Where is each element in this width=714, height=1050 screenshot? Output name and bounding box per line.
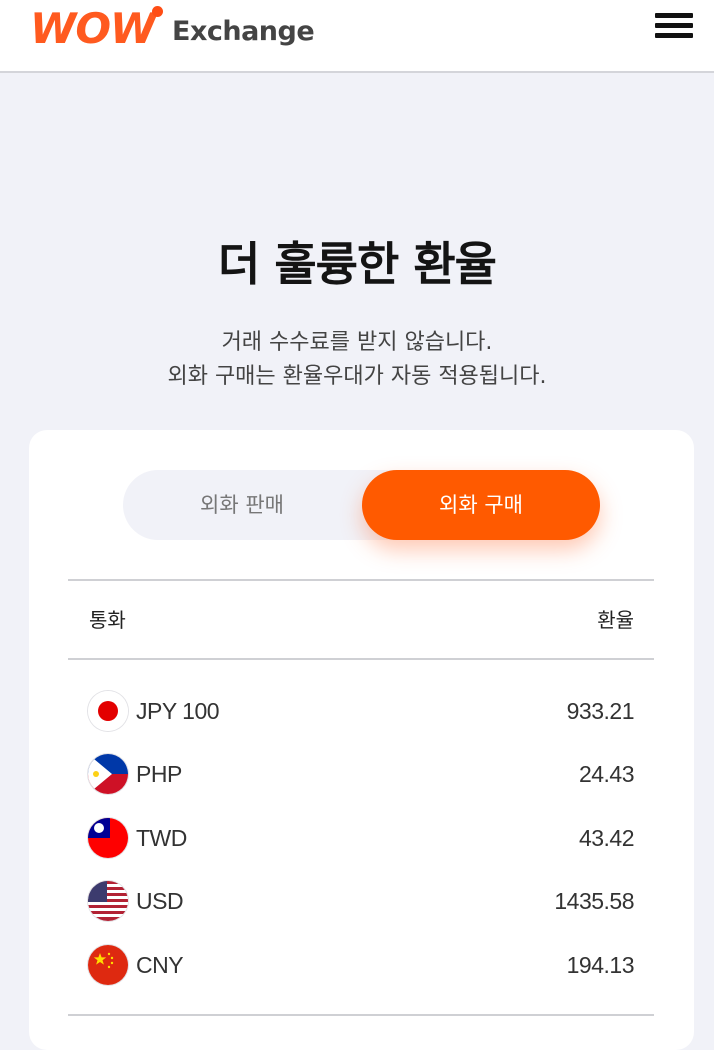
column-header-rate: 환율 [597,608,634,632]
hamburger-menu-icon[interactable] [650,9,696,41]
table-top-divider [68,579,654,581]
logo-wow-text: WOW [30,4,156,53]
currency-code: JPY 100 [136,698,220,724]
table-row: TWD 43.42 [29,813,694,863]
table-row: PHP 24.43 [29,749,694,799]
hero-description-line-2: 외화 구매는 환율우대가 자동 적용됩니다. [167,364,547,389]
sell-buy-toggle: 외화 판매 외화 구매 [123,470,600,540]
logo-exchange-text: Exchange [172,16,315,47]
table-row: JPY 100 933.21 [29,686,694,736]
table-bottom-divider [68,1014,654,1016]
exchange-rate-card: 외화 판매 외화 구매 통화 환율 JPY 100 933.21 PHP 24.… [29,430,694,1050]
column-header-currency: 통화 [89,608,126,632]
currency-code: PHP [136,761,182,787]
exchange-rate-value: 43.42 [578,825,635,851]
exchange-rate-value: 194.13 [566,952,635,978]
hero-description-line-1: 거래 수수료를 받지 않습니다. [221,330,493,355]
table-row: CNY 194.13 [29,940,694,990]
currency-code: USD [136,888,184,914]
japan-flag-icon [88,691,128,731]
tab-buy-foreign-currency[interactable]: 외화 구매 [362,470,600,540]
currency-code: TWD [136,825,187,851]
usa-flag-icon [88,881,128,921]
exchange-rate-value: 933.21 [566,698,635,724]
tab-sell-foreign-currency[interactable]: 외화 판매 [123,470,361,540]
philippines-flag-icon [88,754,128,794]
table-row: USD 1435.58 [29,876,694,926]
currency-code: CNY [136,952,184,978]
hero-description: 거래 수수료를 받지 않습니다. 외화 구매는 환율우대가 자동 적용됩니다. [0,326,714,394]
china-flag-icon [88,945,128,985]
logo-dot [152,6,163,17]
taiwan-flag-icon [88,818,128,858]
top-header: WOW Exchange [0,0,714,73]
exchange-rate-value: 24.43 [578,761,635,787]
table-header-divider [68,658,654,660]
page-title: 더 훌륭한 환율 [218,237,497,291]
exchange-rate-value: 1435.58 [554,888,634,914]
